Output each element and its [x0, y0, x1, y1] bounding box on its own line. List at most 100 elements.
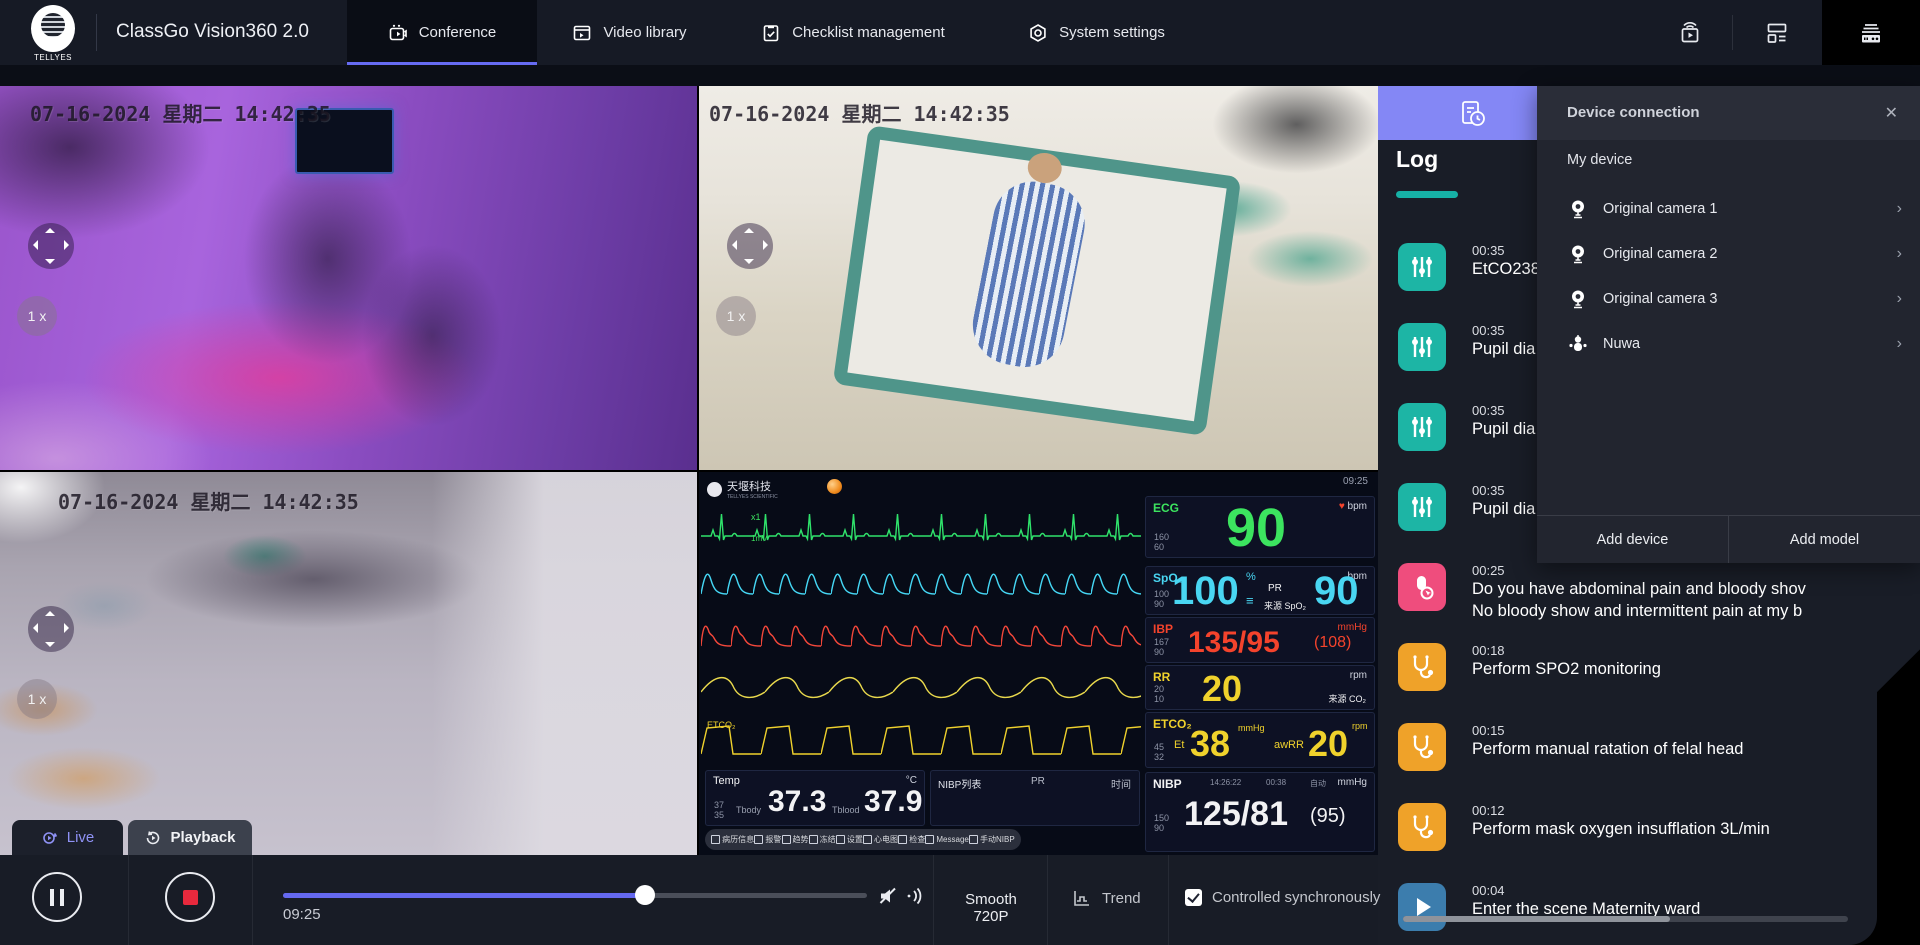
etco2-value-box: ETCO₂ 4532 Et 38 mmHg awRR 20 rpm — [1145, 712, 1375, 768]
spo2-bars-icon: ≡ — [1246, 593, 1253, 608]
log-entry-text: 00:35 EtCO238 — [1472, 243, 1540, 291]
rr-value-box: RR rpm 2010 20 来源 CO₂ — [1145, 665, 1375, 710]
tab-video-library[interactable]: Video library — [537, 0, 722, 65]
pan-control[interactable] — [28, 223, 74, 269]
cast-screen-button[interactable] — [1662, 0, 1718, 65]
tab-playback[interactable]: Playback — [128, 820, 252, 855]
progress-thumb[interactable] — [635, 885, 655, 905]
nibp-value-box: NIBP 14:26:22 00:38 自动 mmHg 15090 125/81… — [1145, 772, 1375, 852]
device-panel-header: Device connection ✕ — [1537, 86, 1920, 140]
add-device-button[interactable]: Add device — [1537, 516, 1729, 563]
ibp-label: IBP — [1153, 622, 1173, 636]
monitor-toolbar-item[interactable]: 趋势 — [782, 834, 809, 845]
nibp-label: NIBP — [1153, 777, 1182, 791]
pause-icon — [50, 889, 64, 906]
tab-system-settings[interactable]: System settings — [984, 0, 1209, 65]
device-connection-button[interactable] — [1822, 0, 1920, 65]
zoom-level-badge[interactable]: 1 x — [17, 679, 57, 719]
tab-label: Video library — [603, 24, 686, 41]
playback-label: Playback — [170, 829, 235, 846]
log-entry-line1: EtCO238 — [1472, 258, 1540, 280]
video-feed-patient-monitor[interactable]: 天堰科技 TELLYES SCIENTIFIC 09:25 — [699, 472, 1378, 855]
conference-icon — [388, 23, 408, 43]
log-entry-line1: Perform mask oxygen insufflation 3L/min — [1472, 818, 1770, 840]
sync-control: Controlled synchronously — [1185, 889, 1380, 906]
monitor-toolbar-item[interactable]: 设置 — [836, 834, 863, 845]
log-entry-line1: Pupil dia — [1472, 418, 1535, 440]
tab-conference[interactable]: Conference — [347, 0, 537, 65]
monitor-toolbar-item[interactable]: 病历信息 — [711, 834, 754, 845]
control-divider — [1168, 855, 1169, 945]
log-entry[interactable]: 00:04 Enter the scene Maternity ward — [1398, 883, 1877, 931]
zoom-level-badge[interactable]: 1 x — [17, 296, 57, 336]
pan-control[interactable] — [727, 223, 773, 269]
nibp-elapsed: 00:38 — [1266, 778, 1286, 787]
monitor-toolbar-item[interactable]: 心电图 — [863, 834, 898, 845]
tab-checklist-management[interactable]: Checklist management — [722, 0, 984, 65]
log-entry[interactable]: 00:18 Perform SPO2 monitoring — [1398, 643, 1877, 691]
stop-record-button[interactable] — [165, 872, 215, 922]
device-list-item[interactable]: Original camera 2 › — [1537, 231, 1920, 276]
close-icon[interactable]: ✕ — [1885, 103, 1898, 123]
trend-button[interactable]: Trend — [1072, 888, 1141, 908]
quality-selector[interactable]: Smooth 720P — [948, 891, 1034, 925]
ecg-unit: ♥ bpm — [1339, 501, 1367, 512]
nav-right-divider — [1732, 15, 1733, 50]
chevron-right-icon: › — [1897, 335, 1902, 353]
ecg-limits: 16060 — [1154, 532, 1169, 552]
awrr-label: awRR — [1274, 739, 1304, 751]
video-feed-training-room[interactable]: 07-16-2024 星期二 14:42:35 1 x — [0, 472, 697, 855]
arrow-right-icon — [64, 240, 69, 250]
pan-control[interactable] — [28, 606, 74, 652]
device-icon — [1565, 288, 1591, 310]
scene-head-shape — [1026, 151, 1064, 185]
etco2-limits: 4532 — [1154, 742, 1164, 762]
monitor-toolbar-item[interactable]: 报警 — [754, 834, 781, 845]
device-list-item[interactable]: Original camera 1 › — [1537, 186, 1920, 231]
video-feed-delivery-room[interactable]: 07-16-2024 星期二 14:42:35 1 x — [0, 86, 697, 470]
stethoscope-icon — [1408, 733, 1436, 761]
device-name: Original camera 1 — [1603, 201, 1717, 217]
video-timestamp: 07-16-2024 星期二 14:42:35 — [30, 98, 331, 127]
log-entry-text: 00:25 Do you have abdominal pain and blo… — [1472, 563, 1806, 611]
nibp-list-box: NIBP列表 PR 时间 — [930, 770, 1140, 826]
sync-checkbox[interactable] — [1185, 889, 1202, 906]
monitor-orange-logo-icon — [827, 479, 842, 494]
et-label: Et — [1174, 739, 1184, 751]
device-icon — [1565, 333, 1591, 355]
pause-button[interactable] — [32, 872, 82, 922]
live-label: Live — [67, 829, 95, 846]
nibp-time: 14:26:22 — [1210, 778, 1241, 787]
log-entry-text: 00:35 Pupil dia — [1472, 483, 1535, 531]
log-scrollbar-thumb[interactable] — [1403, 916, 1670, 922]
video-timestamp: 07-16-2024 星期二 14:42:35 — [709, 98, 1010, 127]
stethoscope-icon — [1408, 653, 1436, 681]
log-entry[interactable]: 00:15 Perform manual ratation of felal h… — [1398, 723, 1877, 771]
log-entry-icon — [1398, 803, 1446, 851]
zoom-level-badge[interactable]: 1 x — [716, 296, 756, 336]
playback-time: 09:25 — [283, 906, 321, 923]
monitor-toolbar-item[interactable]: 手动NIBP — [969, 834, 1015, 845]
nibp-list-col-time: 时间 — [1111, 776, 1131, 791]
layout-switch-button[interactable] — [1749, 0, 1805, 65]
log-horizontal-scrollbar[interactable] — [1403, 916, 1848, 922]
monitor-toolbar-item[interactable]: 检查 — [898, 834, 925, 845]
layout-switch-icon — [1764, 20, 1790, 46]
monitor-toolbar-item[interactable]: Message — [925, 835, 968, 844]
volume-button[interactable] — [904, 886, 926, 911]
progress-slider[interactable] — [283, 893, 867, 898]
tab-live[interactable]: Live — [12, 820, 123, 855]
log-entry[interactable]: 00:25 Do you have abdominal pain and blo… — [1398, 563, 1877, 611]
device-list-item[interactable]: Nuwa › — [1537, 321, 1920, 366]
video-timestamp: 07-16-2024 星期二 14:42:35 — [58, 486, 359, 515]
monitor-toolbar-item[interactable]: 冻结 — [809, 834, 836, 845]
top-navbar: TELLYES ClassGo Vision360 2.0 Conference — [0, 0, 1920, 65]
video-feed-ward[interactable]: 07-16-2024 星期二 14:42:35 1 x — [699, 86, 1378, 470]
add-model-button[interactable]: Add model — [1729, 516, 1920, 563]
log-entry-text: 00:12 Perform mask oxygen insufflation 3… — [1472, 803, 1770, 851]
mute-button[interactable] — [876, 884, 900, 913]
etco2-wave-label: ETCO₂ — [707, 720, 736, 730]
log-entry[interactable]: 00:12 Perform mask oxygen insufflation 3… — [1398, 803, 1877, 851]
device-list-item[interactable]: Original camera 3 › — [1537, 276, 1920, 321]
arrow-left-icon — [33, 623, 38, 633]
